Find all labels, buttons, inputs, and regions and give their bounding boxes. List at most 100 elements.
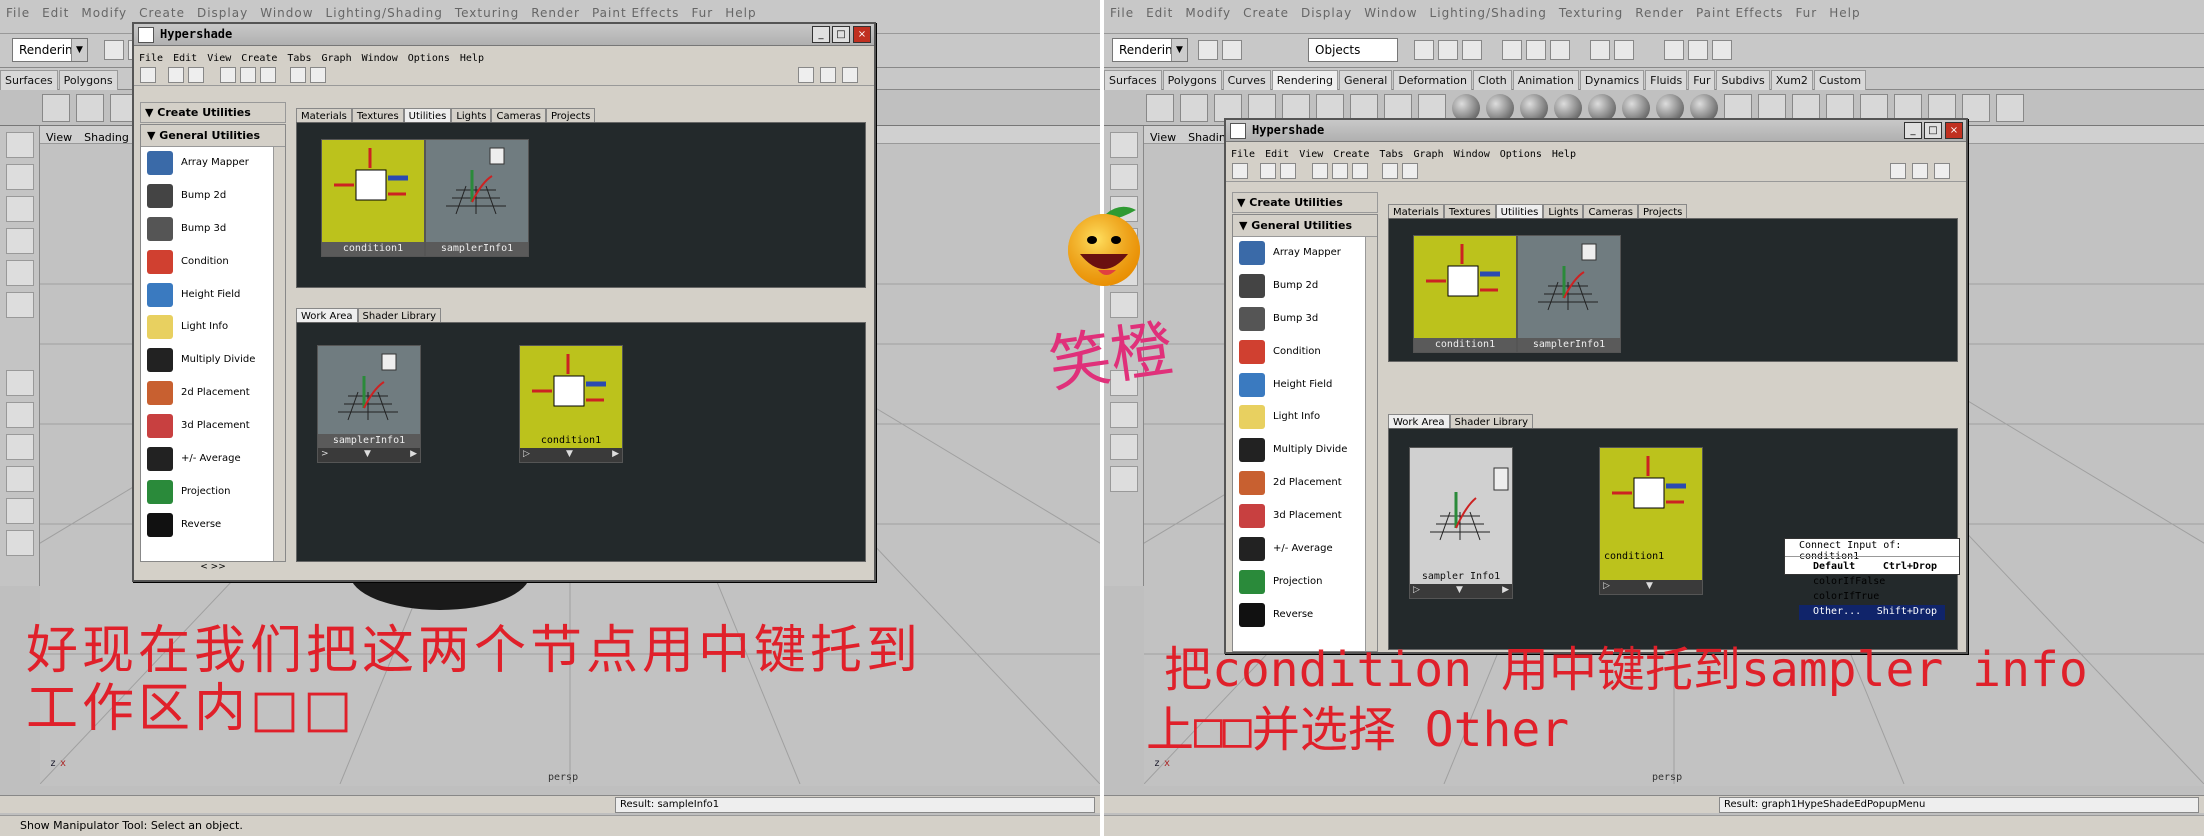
select-hierarchy-icon[interactable] bbox=[1414, 40, 1434, 60]
utility-item[interactable]: Reverse bbox=[141, 509, 285, 542]
new-scene-icon[interactable] bbox=[104, 40, 124, 60]
lasso-tool-icon[interactable] bbox=[1110, 164, 1138, 190]
graph-icon[interactable] bbox=[1232, 163, 1248, 179]
render-globals-icon[interactable] bbox=[1712, 40, 1732, 60]
utility-item[interactable]: Projection bbox=[1233, 566, 1377, 599]
work-node-samplerinfo1[interactable]: sampler Info1 ▷ ▼ ▶ bbox=[1409, 447, 1513, 599]
menu-item[interactable]: File bbox=[1104, 0, 1140, 26]
menu-item[interactable]: Paint Effects bbox=[1690, 0, 1789, 26]
scale-tool-icon[interactable] bbox=[6, 260, 34, 286]
utility-item[interactable]: 2d Placement bbox=[1233, 467, 1377, 500]
tab[interactable]: Subdivs bbox=[1716, 70, 1770, 90]
layout-graph-icon[interactable] bbox=[6, 498, 34, 524]
rotate-tool-icon[interactable] bbox=[6, 228, 34, 254]
minimize-button[interactable]: _ bbox=[812, 26, 830, 43]
utility-item[interactable]: Array Mapper bbox=[1233, 237, 1377, 270]
menu-item[interactable]: Texturing bbox=[1553, 0, 1629, 26]
utility-item[interactable]: 3d Placement bbox=[141, 410, 285, 443]
tab[interactable]: Curves bbox=[1222, 70, 1271, 90]
layout-single-icon[interactable] bbox=[6, 370, 34, 396]
tab[interactable]: Surfaces bbox=[1104, 70, 1162, 90]
graph-upstream-icon[interactable] bbox=[1332, 163, 1348, 179]
utility-item[interactable]: 3d Placement bbox=[1233, 500, 1377, 533]
menu-item[interactable]: Help bbox=[1823, 0, 1866, 26]
work-node-condition1[interactable]: condition1 ▷ ▼ ▶ bbox=[519, 345, 623, 463]
node-condition1[interactable]: condition1 bbox=[1413, 235, 1517, 353]
move-tool-icon[interactable] bbox=[6, 196, 34, 222]
utility-item[interactable]: Bump 3d bbox=[141, 213, 285, 246]
utility-item[interactable]: Condition bbox=[141, 246, 285, 279]
menu-item[interactable]: Render bbox=[1629, 0, 1690, 26]
shelf-tool-icon[interactable] bbox=[1146, 94, 1174, 122]
close-button[interactable]: × bbox=[853, 26, 871, 43]
node-controls[interactable]: ▷ ▼ bbox=[1600, 580, 1702, 594]
ipr-icon[interactable] bbox=[1688, 40, 1708, 60]
node-condition1[interactable]: condition1 bbox=[321, 139, 425, 257]
menu-item[interactable]: Create bbox=[1237, 0, 1295, 26]
general-utilities-header[interactable]: ▼ General Utilities bbox=[1233, 215, 1377, 237]
menu-item[interactable]: File bbox=[0, 0, 36, 26]
menu-item[interactable]: Edit bbox=[36, 0, 75, 26]
maximize-button[interactable]: □ bbox=[832, 26, 850, 43]
back-arrow-icon[interactable] bbox=[168, 67, 184, 83]
forward-arrow-icon[interactable] bbox=[1280, 163, 1296, 179]
shelf-tool-icon[interactable] bbox=[1180, 94, 1208, 122]
graph-icon[interactable] bbox=[140, 67, 156, 83]
utility-item[interactable]: Condition bbox=[1233, 336, 1377, 369]
node-controls[interactable]: > ▼ ▶ bbox=[318, 448, 420, 462]
tab[interactable]: Fur bbox=[1688, 70, 1716, 90]
layout-side-icon[interactable] bbox=[6, 434, 34, 460]
node-samplerinfo1[interactable]: samplerInfo1 bbox=[1517, 235, 1621, 353]
utility-item[interactable]: +/- Average bbox=[1233, 533, 1377, 566]
utility-item[interactable]: Multiply Divide bbox=[1233, 434, 1377, 467]
utility-item[interactable]: Projection bbox=[141, 476, 285, 509]
menu-item-other[interactable]: Other... Shift+Drop bbox=[1799, 605, 1945, 620]
layout-hypershade-icon[interactable] bbox=[1110, 466, 1138, 492]
menu-item[interactable]: Modify bbox=[75, 0, 133, 26]
close-button[interactable]: × bbox=[1945, 122, 1963, 139]
tab[interactable]: Rendering bbox=[1271, 70, 1338, 90]
menu-item-coloriftrue[interactable]: colorIfTrue bbox=[1799, 590, 1945, 605]
graph-network-icon[interactable] bbox=[260, 67, 276, 83]
lasso-tool-icon[interactable] bbox=[6, 164, 34, 190]
objects-select[interactable]: Objects bbox=[1308, 38, 1398, 62]
select-object-icon[interactable] bbox=[1438, 40, 1458, 60]
graph-network-icon[interactable] bbox=[1352, 163, 1368, 179]
select-tool-icon[interactable] bbox=[6, 132, 34, 158]
layout-outliner-icon[interactable] bbox=[6, 530, 34, 556]
menu-item[interactable]: Edit bbox=[1140, 0, 1179, 26]
node-controls[interactable]: ▷ ▼ ▶ bbox=[1410, 584, 1512, 598]
utility-item[interactable]: Height Field bbox=[1233, 369, 1377, 402]
tab[interactable]: Polygons bbox=[58, 70, 118, 90]
utilities-tab-area[interactable]: condition1 samplerInfo1 bbox=[1388, 218, 1958, 362]
snap-curve-icon[interactable] bbox=[1526, 40, 1546, 60]
menu-item[interactable]: Window bbox=[1358, 0, 1423, 26]
view-both-icon[interactable] bbox=[1934, 163, 1950, 179]
mode-select[interactable]: Rendering ▼ bbox=[1112, 38, 1188, 62]
menu-item-default[interactable]: Default Ctrl+Drop bbox=[1799, 560, 1945, 575]
view-top-icon[interactable] bbox=[798, 67, 814, 83]
utility-item[interactable]: Bump 2d bbox=[141, 180, 285, 213]
shelf-tool-icon[interactable] bbox=[1996, 94, 2024, 122]
clear-icon[interactable] bbox=[220, 67, 236, 83]
utility-item[interactable]: Height Field bbox=[141, 279, 285, 312]
manipulator-tool-icon[interactable] bbox=[6, 292, 34, 318]
tab[interactable]: Surfaces bbox=[0, 70, 58, 90]
general-utilities-header[interactable]: ▼ General Utilities bbox=[141, 125, 285, 147]
scrollbar[interactable] bbox=[1365, 237, 1377, 651]
maximize-button[interactable]: □ bbox=[1924, 122, 1942, 139]
new-scene-icon[interactable] bbox=[1198, 40, 1218, 60]
help-icon[interactable] bbox=[1614, 40, 1634, 60]
rearrange-icon[interactable] bbox=[310, 67, 326, 83]
layout-icon[interactable] bbox=[1382, 163, 1398, 179]
layout-four-icon[interactable] bbox=[1110, 402, 1138, 428]
tab[interactable]: Deformation bbox=[1393, 70, 1473, 90]
snap-grid-icon[interactable] bbox=[1502, 40, 1522, 60]
menu-item[interactable]: Modify bbox=[1179, 0, 1237, 26]
clear-icon[interactable] bbox=[1312, 163, 1328, 179]
hypershade-titlebar[interactable]: Hypershade _ □ × bbox=[134, 24, 874, 46]
layout-icon[interactable] bbox=[290, 67, 306, 83]
render-icon[interactable] bbox=[1664, 40, 1684, 60]
tab[interactable]: Custom bbox=[1813, 70, 1867, 90]
rearrange-icon[interactable] bbox=[1402, 163, 1418, 179]
